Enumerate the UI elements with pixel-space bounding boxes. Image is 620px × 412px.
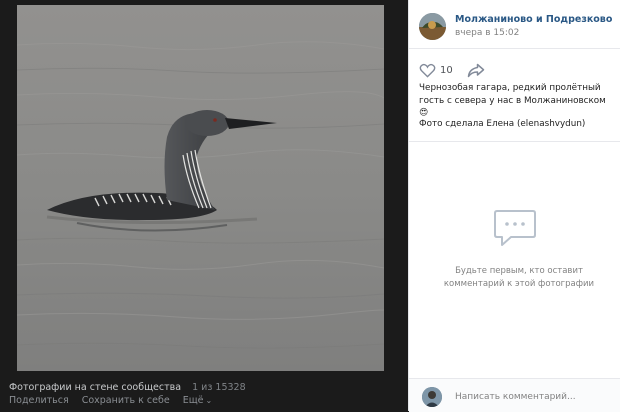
save-button[interactable]: Сохранить к себе (82, 395, 170, 406)
photo-counter: 1 из 15328 (192, 382, 246, 393)
album-title[interactable]: Фотографии на стене сообщества (9, 382, 181, 393)
photo[interactable] (17, 5, 384, 371)
comment-input[interactable] (453, 386, 617, 408)
group-avatar[interactable] (419, 13, 446, 40)
user-avatar-image (422, 387, 442, 407)
heart-icon (419, 63, 436, 78)
divider (409, 141, 620, 142)
comments-empty-text: Будьте первым, кто оставит комментарий к… (439, 265, 599, 290)
more-label: Ещё (182, 395, 204, 406)
album-title-row: Фотографии на стене сообщества 1 из 1532… (9, 382, 246, 393)
like-count: 10 (440, 64, 453, 76)
photo-viewer: Фотографии на стене сообщества 1 из 1532… (0, 0, 408, 411)
loon-photo (17, 5, 384, 371)
empty-text-line-2: комментарий к этой фотографии (443, 278, 595, 289)
group-avatar-image (419, 13, 446, 40)
post-panel: Молжаниново и Подрезково вчера в 15:02 1… (408, 0, 620, 412)
empty-text-line-1: Будьте первым, кто оставит (455, 266, 583, 276)
share-post-button[interactable] (467, 63, 485, 78)
post-header: Молжаниново и Подрезково вчера в 15:02 (409, 0, 620, 49)
comments-empty-icon (493, 208, 537, 254)
more-button[interactable]: Ещё ⌄ (183, 395, 213, 406)
comment-bar (409, 378, 620, 412)
viewer-actions: Поделиться Сохранить к себе Ещё ⌄ (9, 395, 212, 406)
user-avatar[interactable] (422, 387, 442, 407)
post-description: Чернозобая гагара, редкий пролётный гост… (419, 83, 606, 118)
share-button[interactable]: Поделиться (9, 395, 69, 406)
chevron-down-icon: ⌄ (205, 396, 213, 405)
like-button[interactable]: 10 (419, 63, 467, 78)
post-actions: 10 (419, 60, 485, 80)
share-arrow-icon (467, 63, 484, 77)
group-name-link[interactable]: Молжаниново и Подрезково (455, 14, 612, 25)
post-time[interactable]: вчера в 15:02 (455, 28, 519, 38)
photo-credit: Фото сделала Елена (elenashvydun) (419, 119, 586, 129)
